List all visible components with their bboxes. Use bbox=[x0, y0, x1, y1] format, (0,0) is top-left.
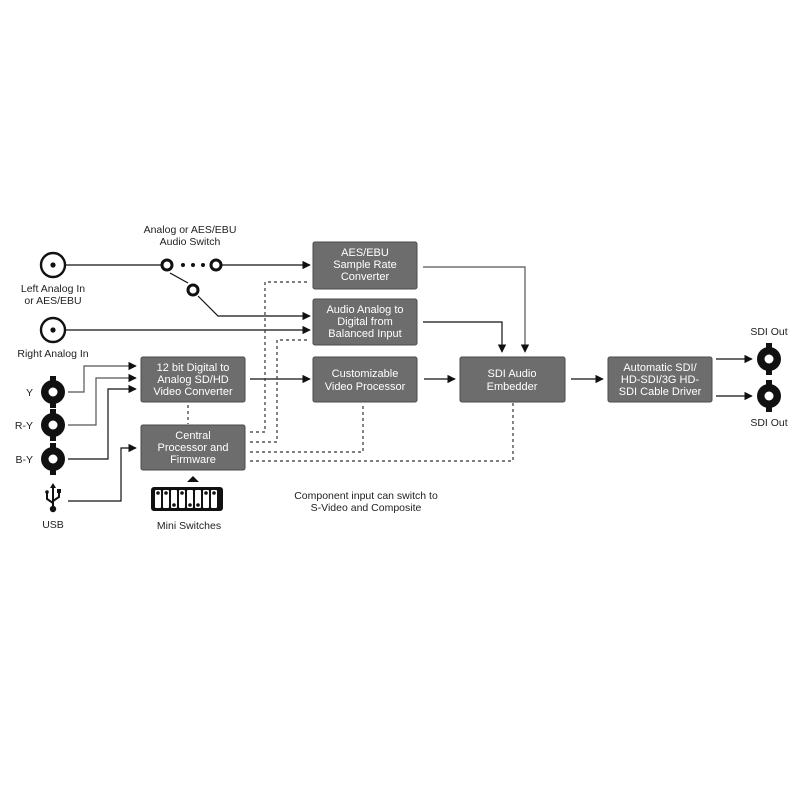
aes-sample-rate-converter-box: AES/EBU Sample Rate Converter bbox=[312, 241, 418, 290]
usb-icon bbox=[45, 483, 61, 513]
by-label: B-Y bbox=[15, 454, 33, 466]
box-label: HD-SDI/3G HD- bbox=[621, 374, 700, 386]
right-analog-connector bbox=[39, 316, 67, 344]
wire-aes-to-embedder bbox=[423, 266, 530, 353]
box-label: SDI Audio bbox=[488, 368, 537, 380]
sdi-audio-embedder-box: SDI Audio Embedder bbox=[459, 356, 566, 403]
box-label: Customizable bbox=[332, 368, 399, 380]
box-label: Automatic SDI/ bbox=[623, 362, 697, 374]
box-label: Sample Rate bbox=[333, 259, 397, 271]
block-diagram: Left Analog In or AES/EBU Right Analog I… bbox=[15, 224, 788, 532]
dash-cpu-aes bbox=[250, 281, 310, 433]
box-label: Video Converter bbox=[153, 386, 233, 398]
usb-label: USB bbox=[42, 519, 64, 531]
left-analog-label-2: or AES/EBU bbox=[24, 295, 81, 307]
audio-adc-box: Audio Analog to Digital from Balanced In… bbox=[312, 298, 418, 346]
box-label: AES/EBU bbox=[341, 247, 389, 259]
box-label: Audio Analog to bbox=[326, 304, 403, 316]
box-label: Video Processor bbox=[325, 381, 406, 393]
wire-switch-to-adc bbox=[197, 295, 311, 321]
mini-switches-label: Mini Switches bbox=[157, 520, 221, 532]
dash-cpu-adc bbox=[250, 339, 310, 443]
wire-ry-to-dac bbox=[68, 373, 137, 426]
mini-switches-icon bbox=[151, 487, 223, 511]
video-processor-box: Customizable Video Processor bbox=[312, 356, 418, 403]
cable-driver-box: Automatic SDI/ HD-SDI/3G HD- SDI Cable D… bbox=[607, 356, 713, 403]
central-processor-box: Central Processor and Firmware bbox=[140, 424, 246, 471]
box-label: Digital from bbox=[337, 316, 393, 328]
box-label: SDI Cable Driver bbox=[619, 386, 702, 398]
sdi-out-2-connector bbox=[757, 380, 781, 412]
box-label: Embedder bbox=[487, 381, 538, 393]
y-label: Y bbox=[26, 387, 33, 399]
note-line-2: S-Video and Composite bbox=[311, 502, 422, 514]
video-dac-box: 12 bit Digital to Analog SD/HD Video Con… bbox=[140, 356, 246, 403]
left-analog-label-1: Left Analog In bbox=[21, 283, 85, 295]
audio-switch-label-1: Analog or AES/EBU bbox=[144, 224, 237, 236]
sdi-out-2-label: SDI Out bbox=[750, 417, 787, 429]
box-label: 12 bit Digital to bbox=[157, 362, 230, 374]
box-label: Balanced Input bbox=[328, 328, 401, 340]
audio-switch-label-2: Audio Switch bbox=[160, 236, 221, 248]
box-label: Analog SD/HD bbox=[157, 374, 229, 386]
bnc-y bbox=[41, 376, 65, 408]
box-label: Firmware bbox=[170, 454, 216, 466]
bnc-by bbox=[41, 443, 65, 475]
sdi-out-1-connector bbox=[757, 343, 781, 375]
sdi-out-1-label: SDI Out bbox=[750, 326, 787, 338]
audio-switch-icon bbox=[160, 258, 223, 297]
up-arrow-icon bbox=[187, 476, 199, 482]
note-line-1: Component input can switch to bbox=[294, 490, 438, 502]
box-label: Processor and bbox=[158, 442, 229, 454]
dash-cpu-embedder bbox=[250, 403, 514, 462]
ry-label: R-Y bbox=[15, 420, 33, 432]
box-label: Converter bbox=[341, 271, 390, 283]
left-analog-connector bbox=[39, 251, 67, 279]
box-label: Central bbox=[175, 430, 210, 442]
wire-adc-to-embedder bbox=[423, 321, 507, 353]
wire-usb-to-cpu bbox=[68, 443, 137, 502]
bnc-ry bbox=[41, 409, 65, 441]
wire-switch-diag-1 bbox=[169, 272, 189, 284]
right-analog-label: Right Analog In bbox=[17, 348, 88, 360]
wire-y-to-dac bbox=[68, 361, 137, 393]
dash-cpu-vproc bbox=[250, 403, 364, 453]
